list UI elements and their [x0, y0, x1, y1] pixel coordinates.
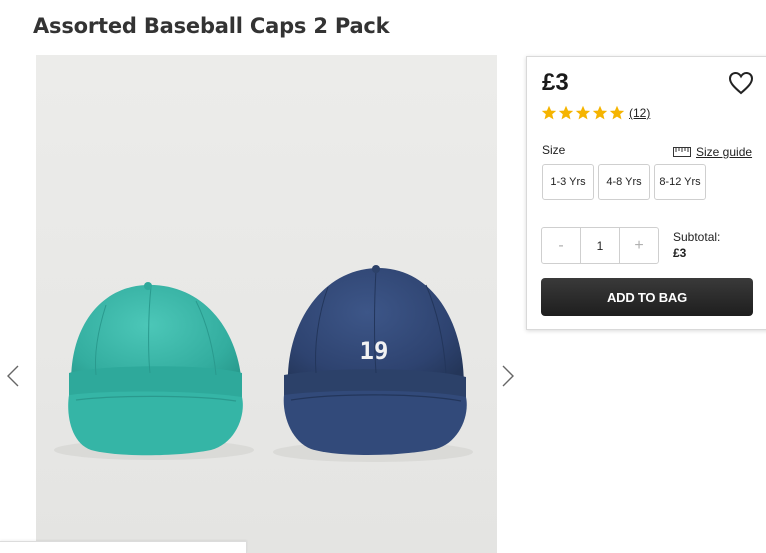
quantity-increase-button[interactable]: + [620, 228, 658, 263]
subtotal-label: Subtotal: [673, 230, 721, 244]
size-label: Size [542, 143, 566, 157]
size-option-4-8[interactable]: 4-8 Yrs [598, 164, 650, 200]
subtotal: Subtotal: £3 [673, 229, 720, 261]
review-count-link[interactable]: (12) [629, 106, 650, 120]
ruler-icon [673, 147, 691, 157]
star-icon [541, 105, 557, 120]
wishlist-button[interactable] [728, 71, 754, 95]
size-options: 1-3 Yrs 4-8 Yrs 8-12 Yrs [542, 164, 710, 200]
gallery-prev-button[interactable] [3, 362, 23, 390]
quantity-input[interactable]: 1 [580, 228, 620, 263]
size-guide-label: Size guide [696, 145, 753, 159]
bottom-popup-edge [0, 541, 247, 553]
rating: (12) [541, 105, 650, 121]
caps-illustration: 19 [54, 265, 473, 462]
product-title: Assorted Baseball Caps 2 Pack [33, 14, 390, 38]
star-icon [609, 105, 625, 120]
star-icon [558, 105, 574, 120]
product-page: Assorted Baseball Caps 2 Pack 19 £3 (12)… [0, 0, 766, 553]
size-option-1-3[interactable]: 1-3 Yrs [542, 164, 594, 200]
subtotal-amount: £3 [673, 246, 687, 260]
purchase-panel: £3 (12) Size Size guide 1-3 Yrs 4-8 Yrs [526, 56, 766, 330]
add-to-bag-button[interactable]: ADD TO BAG [541, 278, 753, 316]
heart-icon [728, 71, 754, 95]
product-image[interactable]: 19 [36, 55, 497, 553]
product-price: £3 [542, 69, 569, 96]
teal-cap [68, 282, 243, 456]
quantity-decrease-button[interactable]: - [542, 228, 580, 263]
gallery-next-button[interactable] [498, 362, 518, 390]
chevron-right-icon [502, 365, 514, 387]
chevron-left-icon [7, 365, 19, 387]
navy-cap: 19 [283, 265, 467, 455]
size-option-8-12[interactable]: 8-12 Yrs [654, 164, 706, 200]
star-icon [575, 105, 591, 120]
quantity-stepper: - 1 + [541, 227, 659, 264]
star-icon [592, 105, 608, 120]
size-guide-link[interactable]: Size guide [673, 145, 752, 159]
cap-number-text: 19 [360, 337, 389, 365]
